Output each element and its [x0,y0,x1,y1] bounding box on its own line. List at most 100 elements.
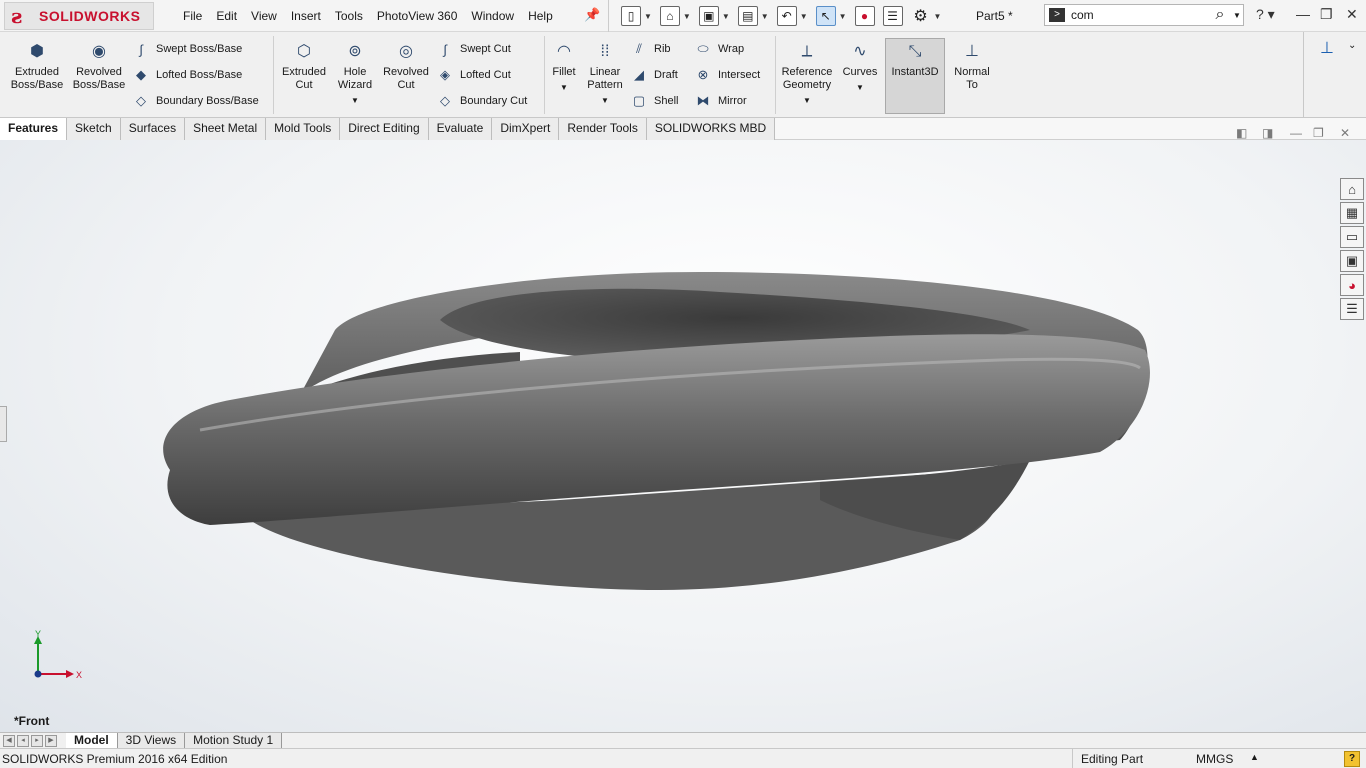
chevron-up-icon[interactable]: ▲ [1250,752,1259,762]
mobius-ring-model[interactable] [0,140,1366,732]
intersect-button[interactable]: ⊗ Intersect [694,66,761,84]
close-doc-icon[interactable]: ✕ [1340,126,1350,140]
search-icon[interactable]: ⌕ [1207,6,1233,24]
lofted-boss-button[interactable]: ◆ Lofted Boss/Base [132,66,242,84]
file-explorer-icon[interactable]: ▭ [1340,226,1364,248]
design-library-icon[interactable]: ▦ [1340,202,1364,224]
lofted-cut-button[interactable]: ◈ Lofted Cut [436,66,511,84]
graphics-area[interactable]: Y X *Front [0,140,1366,732]
tab-sheet-metal[interactable]: Sheet Metal [185,118,267,140]
solidworks-logo[interactable]: ƨ SOLIDWORKS [4,2,154,30]
select-button[interactable]: ↖ ▼ [815,6,847,26]
swept-boss-button[interactable]: ∫ Swept Boss/Base [132,40,242,58]
tab-direct-editing[interactable]: Direct Editing [340,118,429,140]
prev-tab-icon[interactable]: ◂ [17,734,29,747]
help-icon[interactable]: ? ▾ [1256,6,1275,23]
menu-tools[interactable]: Tools [328,9,370,23]
tab-features[interactable]: Features [0,118,68,140]
tab-motion-study[interactable]: Motion Study 1 [185,733,283,748]
last-tab-icon[interactable]: ▶ [45,734,57,747]
menu-insert[interactable]: Insert [284,9,328,23]
revolved-cut-button[interactable]: ◎ Revolved Cut [381,40,431,92]
search-input[interactable]: com [1071,8,1207,22]
cursor-arrow-icon: ↖ [815,6,836,26]
chevron-down-icon: ▼ [933,11,942,21]
rebuild-button[interactable]: ● [854,6,875,26]
tab-solidworks-mbd[interactable]: SOLIDWORKS MBD [646,118,776,140]
minimize-doc-icon[interactable]: — [1290,126,1302,140]
chevron-down-icon[interactable]: ▼ [351,94,359,107]
next-tab-icon[interactable]: ▸ [31,734,43,747]
shell-button[interactable]: ▢ Shell [630,92,679,110]
swept-cut-button[interactable]: ∫ Swept Cut [436,40,511,58]
custom-properties-icon[interactable]: ☰ [1340,298,1364,320]
pin-menu-icon[interactable]: 📌 [584,8,600,22]
file-properties-button[interactable]: ☰ [882,6,903,26]
chevron-down-icon[interactable]: ▼ [856,81,864,94]
minimize-icon[interactable]: — [1296,6,1310,22]
revolved-boss-button[interactable]: ◉ Revolved Boss/Base [70,40,128,92]
close-icon[interactable]: ✕ [1346,6,1358,23]
unit-system-label[interactable]: MMGS [1196,752,1233,766]
menu-window[interactable]: Window [464,9,521,23]
tab-evaluate[interactable]: Evaluate [428,118,493,140]
reference-geometry-button[interactable]: ⟂ Reference Geometry ▼ [779,40,835,107]
tab-dimxpert[interactable]: DimXpert [492,118,560,140]
restore-doc-icon[interactable]: ❐ [1313,126,1324,140]
menu-help[interactable]: Help [521,9,560,23]
tab-sketch[interactable]: Sketch [67,118,121,140]
tab-render-tools[interactable]: Render Tools [559,118,647,140]
rib-button[interactable]: ⫽ Rib [630,40,670,58]
first-tab-icon[interactable]: ◀ [3,734,15,747]
extrude-boss-icon: ⬢ [30,42,44,60]
tab-model[interactable]: Model [66,733,118,748]
chevron-down-icon[interactable]: ⌄ [1348,40,1356,51]
chevron-down-icon[interactable]: ▼ [803,94,811,107]
instant3d-button[interactable]: ⤡ Instant3D [887,40,943,79]
hole-wizard-button[interactable]: ⊚ Hole Wizard ▼ [333,40,377,107]
chevron-down-icon[interactable]: ▼ [1233,11,1243,20]
chevron-down-icon: ▼ [838,11,847,21]
chevron-down-icon[interactable]: ▼ [601,94,609,107]
view-palette-icon[interactable]: ▣ [1340,250,1364,272]
menu-view[interactable]: View [244,9,284,23]
appearances-icon[interactable]: ◕ [1340,274,1364,296]
save-button[interactable]: ▣ ▼ [698,6,730,26]
linear-pattern-button[interactable]: ⁞⁞ Linear Pattern ▼ [584,40,626,107]
help-icon[interactable]: ? [1344,751,1360,767]
swept-boss-label: Swept Boss/Base [156,43,243,55]
draft-button[interactable]: ◢ Draft [630,66,678,84]
search-commands[interactable]: > com ⌕ ▼ [1044,4,1244,26]
new-button[interactable]: ▯ ▼ [621,6,652,26]
normal-to-view-icon[interactable]: ⊥ [1320,38,1334,58]
draft-icon: ◢ [634,67,644,82]
extruded-cut-button[interactable]: ⬡ Extruded Cut [279,40,329,92]
open-button[interactable]: ⌂ ▼ [659,6,691,26]
linear-pattern-label: Linear Pattern [587,66,623,91]
divider [273,36,274,114]
curves-button[interactable]: ∿ Curves ▼ [840,40,880,94]
menu-file[interactable]: File [176,9,209,23]
mirror-button[interactable]: ⧓ Mirror [694,92,747,110]
tab-mold-tools[interactable]: Mold Tools [266,118,341,140]
menu-edit[interactable]: Edit [209,9,244,23]
options-button[interactable]: ⚙ ▼ [911,6,942,26]
restore-icon[interactable]: ❐ [1320,6,1333,23]
collapse-right-icon[interactable]: ◨ [1262,126,1273,140]
print-button[interactable]: ▤ ▼ [737,6,769,26]
boundary-boss-button[interactable]: ◇ Boundary Boss/Base [132,92,259,110]
fillet-button[interactable]: ◠ Fillet ▼ [548,40,580,94]
chevron-down-icon[interactable]: ▼ [560,81,568,94]
extruded-boss-button[interactable]: ⬢ Extruded Boss/Base [8,40,66,92]
boundary-cut-button[interactable]: ◇ Boundary Cut [436,92,527,110]
feature-tree-collapse-handle[interactable] [0,406,7,442]
tab-surfaces[interactable]: Surfaces [120,118,186,140]
instant3d-icon: ⤡ [908,42,922,60]
solidworks-resources-icon[interactable]: ⌂ [1340,178,1364,200]
tab-3d-views[interactable]: 3D Views [117,733,186,748]
wrap-button[interactable]: ⬭ Wrap [694,40,744,58]
undo-button[interactable]: ↶ ▼ [776,6,808,26]
normal-to-button[interactable]: ⊥ Normal To [950,40,994,92]
collapse-left-icon[interactable]: ◧ [1236,126,1247,140]
menu-photoview[interactable]: PhotoView 360 [370,9,465,23]
